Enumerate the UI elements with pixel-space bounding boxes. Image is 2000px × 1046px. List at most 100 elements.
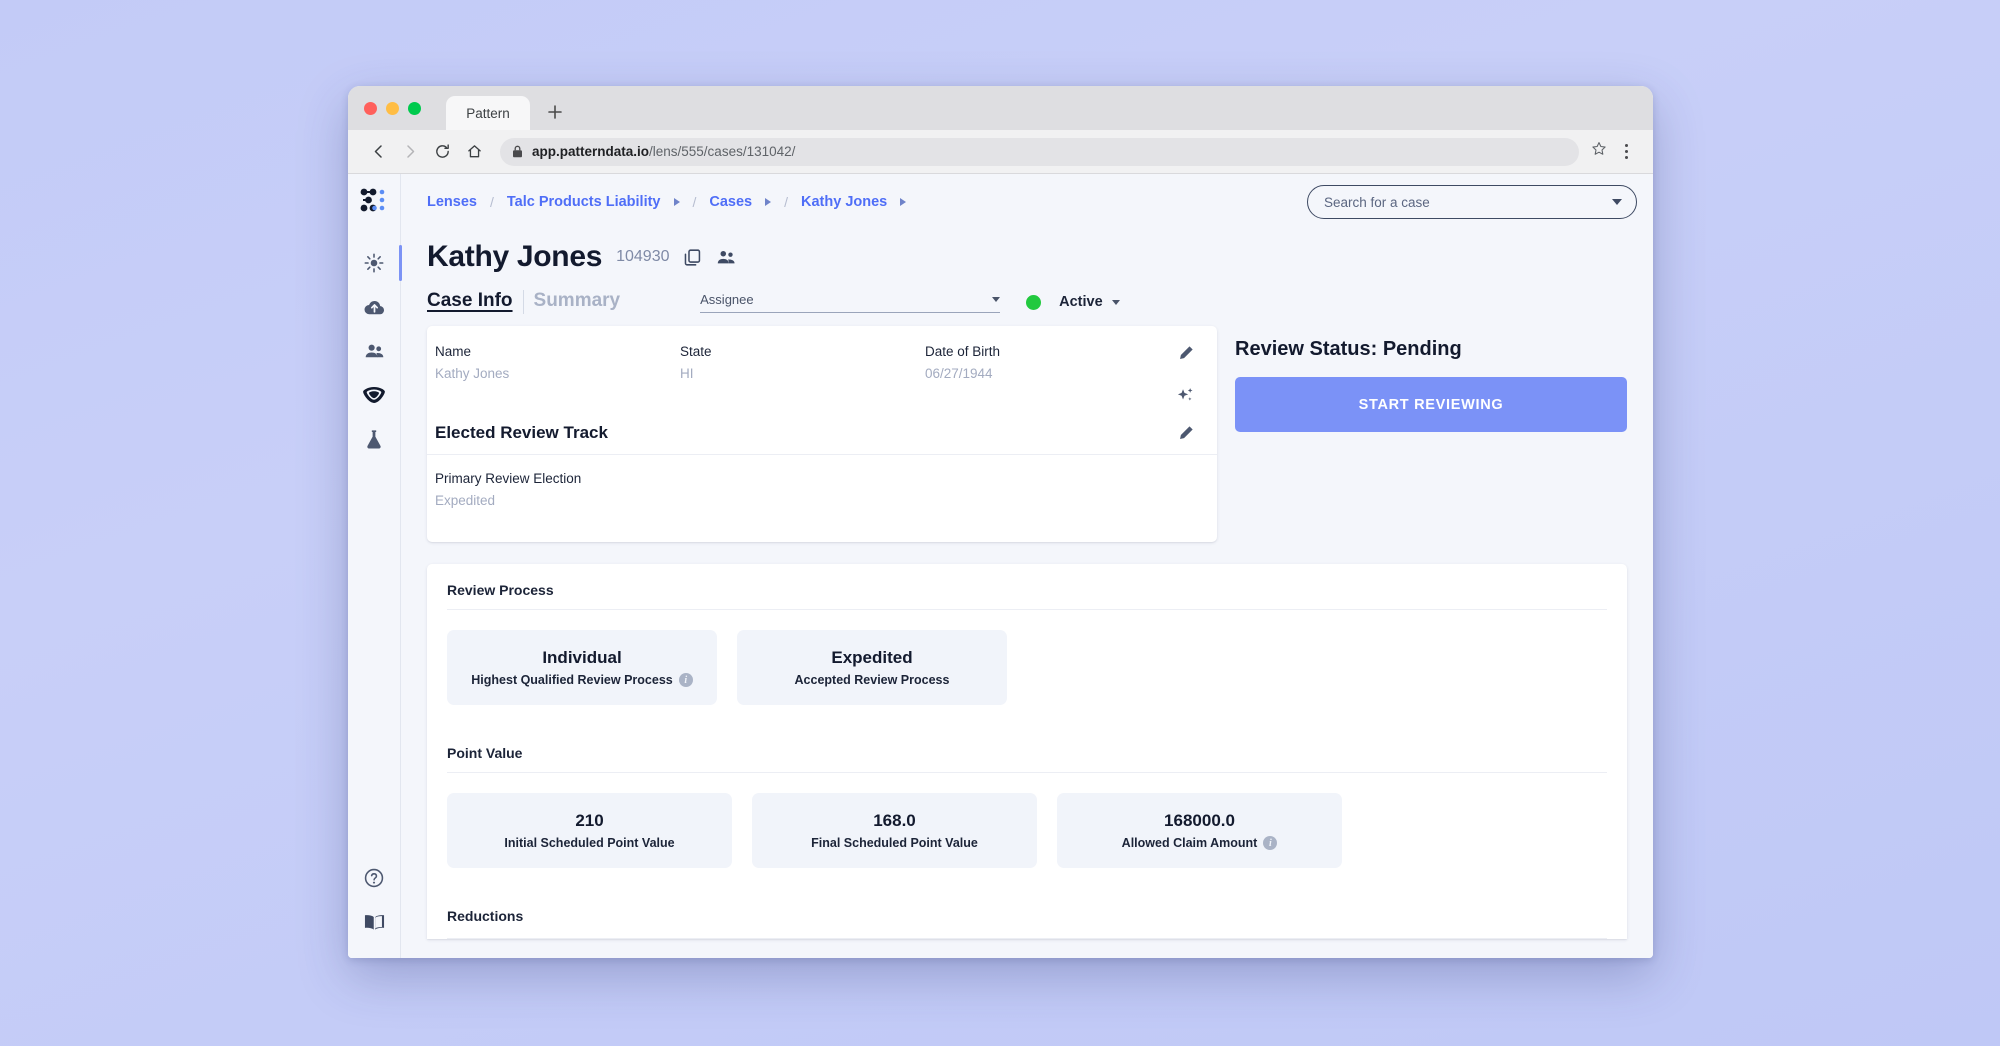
assignee-label: Assignee xyxy=(700,291,754,307)
help-circle-icon xyxy=(364,868,384,888)
pencil-edit-icon[interactable] xyxy=(1177,424,1195,442)
elected-review-track-body: Primary Review Election Expedited xyxy=(427,455,1217,542)
search-case-combobox[interactable] xyxy=(1307,185,1637,219)
field-label: State xyxy=(680,344,712,359)
tile-sub-label: Allowed Claim Amount xyxy=(1121,836,1258,850)
sidebar-item-uploads[interactable] xyxy=(348,285,401,329)
sparkles-icon[interactable] xyxy=(1176,386,1195,405)
tile-sub-label: Accepted Review Process xyxy=(794,673,950,687)
copy-icon[interactable] xyxy=(683,248,702,267)
browser-tab-label: Pattern xyxy=(466,105,510,121)
tile-initial-scheduled-point-value[interactable]: 210 Initial Scheduled Point Value xyxy=(447,793,732,868)
breadcrumb-separator: / xyxy=(692,194,697,210)
tabs-row: Case Info Summary Assignee Active xyxy=(427,290,1627,326)
browser-tab[interactable]: Pattern xyxy=(446,96,530,130)
pencil-edit-icon[interactable] xyxy=(1177,344,1195,362)
tile-individual[interactable]: Individual Highest Qualified Review Proc… xyxy=(447,630,717,705)
flask-icon xyxy=(367,430,381,449)
breadcrumb-item-lenses[interactable]: Lenses xyxy=(427,194,477,210)
browser-window: Pattern app.patterndata.io/lens/555/case… xyxy=(348,86,1653,958)
forward-arrow-icon[interactable] xyxy=(396,138,424,166)
chevron-down-icon[interactable] xyxy=(1111,299,1120,305)
status-select[interactable]: Active xyxy=(1059,294,1120,310)
sidebar-item-people[interactable] xyxy=(348,329,401,373)
breadcrumb-item-cases[interactable]: Cases xyxy=(709,194,752,210)
right-column: Review Status: Pending START REVIEWING xyxy=(1217,326,1627,542)
minimize-window-button[interactable] xyxy=(386,102,399,115)
app-viewport: Lenses / Talc Products Liability / Cases… xyxy=(348,174,1653,958)
sidebar-item-lab[interactable] xyxy=(348,417,401,461)
info-icon[interactable]: i xyxy=(678,673,693,687)
home-icon[interactable] xyxy=(460,138,488,166)
tile-expedited[interactable]: Expedited Accepted Review Process xyxy=(737,630,1007,705)
reductions-heading: Reductions xyxy=(447,890,1607,939)
sidebar-item-help[interactable] xyxy=(348,856,401,900)
pattern-logo[interactable] xyxy=(359,188,389,219)
tab-summary[interactable]: Summary xyxy=(522,290,631,314)
status-indicator-dot xyxy=(1026,294,1042,310)
tab-case-info[interactable]: Case Info xyxy=(427,290,523,314)
maximize-window-button[interactable] xyxy=(408,102,421,115)
new-tab-button[interactable] xyxy=(544,101,566,123)
point-value-tiles: 210 Initial Scheduled Point Value 168.0 … xyxy=(447,773,1607,890)
breadcrumb-caret-icon[interactable] xyxy=(765,198,772,206)
breadcrumb-caret-icon[interactable] xyxy=(900,198,907,206)
browser-address-bar: app.patterndata.io/lens/555/cases/131042… xyxy=(348,130,1653,174)
tile-main: 168.0 xyxy=(873,811,916,830)
details-card: Review Process Individual Highest Qualif… xyxy=(427,564,1627,939)
url-bar[interactable]: app.patterndata.io/lens/555/cases/131042… xyxy=(500,137,1579,166)
breadcrumb-item-lens[interactable]: Talc Products Liability xyxy=(507,194,661,210)
sidebar-item-docs[interactable] xyxy=(348,900,401,944)
tile-main: Individual xyxy=(542,648,622,667)
elected-review-track-title: Elected Review Track xyxy=(435,423,608,442)
page-title-row: Kathy Jones 104930 xyxy=(427,230,1627,290)
point-value-heading: Point Value xyxy=(447,727,1607,773)
lock-icon xyxy=(513,145,522,158)
app-sidebar xyxy=(348,174,402,958)
sidebar-bottom-group xyxy=(348,856,401,958)
case-info-fields: Name Kathy Jones State HI Date of Birth … xyxy=(427,344,1217,381)
case-info-actions xyxy=(1176,344,1195,405)
field-name: Name Kathy Jones xyxy=(435,344,680,381)
tile-sub-label: Highest Qualified Review Process xyxy=(471,673,673,687)
back-arrow-icon[interactable] xyxy=(364,138,392,166)
browser-tab-strip: Pattern xyxy=(348,86,1653,130)
breadcrumb-separator: / xyxy=(489,194,494,210)
tile-main: 168000.0 xyxy=(1164,811,1235,830)
diamond-shield-icon xyxy=(363,386,385,403)
plus-icon xyxy=(548,105,562,119)
sidebar-item-quality[interactable] xyxy=(348,373,401,417)
breadcrumb: Lenses / Talc Products Liability / Cases… xyxy=(427,194,907,210)
main-grid: Name Kathy Jones State HI Date of Birth … xyxy=(427,326,1627,542)
elected-review-track-header: Elected Review Track xyxy=(427,423,1217,455)
window-controls xyxy=(364,102,421,115)
field-label: Name xyxy=(435,344,472,359)
open-book-icon xyxy=(364,914,384,930)
chevron-down-icon[interactable] xyxy=(992,296,1001,302)
kebab-menu-icon[interactable] xyxy=(1615,144,1637,159)
field-value: 06/27/1944 xyxy=(925,366,993,381)
sidebar-item-insights[interactable] xyxy=(348,241,402,285)
close-window-button[interactable] xyxy=(364,102,377,115)
sun-burst-icon xyxy=(364,253,384,273)
tile-sub: Initial Scheduled Point Value xyxy=(504,836,674,850)
tile-sub-label: Initial Scheduled Point Value xyxy=(504,836,675,850)
bookmark-star-icon[interactable] xyxy=(1591,141,1607,162)
info-icon[interactable]: i xyxy=(1263,836,1278,850)
tile-sub-label: Final Scheduled Point Value xyxy=(811,836,978,850)
tile-allowed-claim-amount[interactable]: 168000.0 Allowed Claim Amount i xyxy=(1057,793,1342,868)
start-reviewing-button[interactable]: START REVIEWING xyxy=(1235,377,1627,432)
chevron-down-icon[interactable] xyxy=(1612,199,1622,205)
people-group-icon[interactable] xyxy=(716,248,737,267)
breadcrumb-caret-icon[interactable] xyxy=(673,198,680,206)
search-input[interactable] xyxy=(1324,194,1612,210)
tile-final-scheduled-point-value[interactable]: 168.0 Final Scheduled Point Value xyxy=(752,793,1037,868)
field-value: Expedited xyxy=(435,493,496,508)
case-tabs: Case Info Summary xyxy=(427,290,630,314)
reload-icon[interactable] xyxy=(428,138,456,166)
field-label: Date of Birth xyxy=(925,344,1001,359)
breadcrumb-separator: / xyxy=(784,194,789,210)
breadcrumb-item-case[interactable]: Kathy Jones xyxy=(801,194,887,210)
assignee-select[interactable]: Assignee xyxy=(700,291,1001,313)
review-process-tiles: Individual Highest Qualified Review Proc… xyxy=(447,610,1607,727)
